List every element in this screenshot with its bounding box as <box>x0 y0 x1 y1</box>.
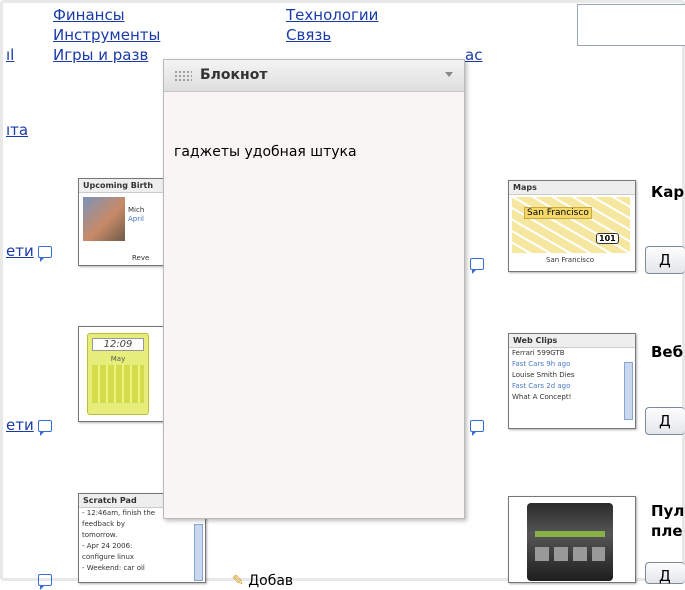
nav-link-games[interactable]: Игры и разв <box>53 46 148 64</box>
notepad-gadget[interactable]: Блокнот гаджеты удобная штука <box>163 59 465 519</box>
scratch-line: configure linux <box>82 553 135 561</box>
comments-link-row1[interactable]: ети <box>6 242 34 260</box>
maps-thumb-title: Maps <box>509 181 635 195</box>
add-link-label: Добав <box>248 573 294 589</box>
web-clip-headline: What A Concept! <box>512 393 572 401</box>
calendar-grid <box>92 365 144 403</box>
web-clip-age: 9h ago <box>546 360 571 368</box>
birthdays-thumb-title: Upcoming Birth <box>79 179 165 193</box>
map-image: San Francisco 101 <box>512 197 630 253</box>
web-clips-gadget-thumbnail[interactable]: Web Clips Ferrari 599GTB Fast Cars 9h ag… <box>508 333 636 429</box>
add-web-clips-button[interactable]: Д <box>645 407 685 435</box>
web-clip-age: 2d ago <box>546 382 571 390</box>
nav-link-left-fragment[interactable]: ıl <box>6 46 14 64</box>
scratch-line: feedback by <box>82 520 125 528</box>
maps-side-title: Кар <box>651 183 685 201</box>
birthdays-gadget-thumbnail[interactable]: Upcoming Birth Mich April Reve <box>78 178 166 266</box>
notepad-title: Блокнот <box>200 67 268 83</box>
player-controls <box>535 547 605 561</box>
media-player-gadget-thumbnail[interactable] <box>508 496 636 583</box>
web-clips-scrollbar[interactable] <box>624 362 633 420</box>
web-clips-side-title: Веб <box>651 343 684 361</box>
player-side-title-2: пле <box>651 522 683 540</box>
scratch-line: tomorrow. <box>82 531 118 539</box>
birthday-date: April <box>128 215 144 223</box>
birthday-footer: Reve <box>132 254 150 262</box>
player-body <box>527 503 613 581</box>
comment-icon[interactable] <box>38 246 52 262</box>
scratch-scrollbar[interactable] <box>194 524 203 581</box>
comment-icon[interactable] <box>470 258 484 274</box>
calendar-body: 12:09 May <box>87 333 149 415</box>
highway-shield-icon: 101 <box>596 233 619 244</box>
calendar-gadget-thumbnail[interactable]: 12:09 May <box>78 326 166 422</box>
add-maps-button[interactable]: Д <box>645 246 685 274</box>
birthday-photo <box>83 197 125 241</box>
add-link-fragment[interactable]: ✎ Добав <box>232 573 293 589</box>
player-side-title-1: Пул <box>651 502 685 520</box>
pencil-icon: ✎ <box>232 573 244 589</box>
web-clips-title: Web Clips <box>509 334 635 348</box>
scratch-line: - Weekend: car oil <box>82 564 145 572</box>
nav-link-finance[interactable]: Финансы <box>53 6 125 24</box>
nav-link-technology[interactable]: Технологии <box>286 6 378 24</box>
web-clip-headline: Louise Smith Dies <box>512 371 575 379</box>
left-link-top[interactable]: ıта <box>6 121 28 139</box>
nav-link-communication[interactable]: Связь <box>286 26 331 44</box>
notepad-header[interactable]: Блокнот <box>164 60 464 92</box>
nav-link-partial[interactable]: ас <box>465 46 482 64</box>
web-clip-headline: Ferrari 599GTB <box>512 349 565 357</box>
chevron-down-icon[interactable] <box>445 72 453 77</box>
maps-gadget-thumbnail[interactable]: Maps San Francisco 101 San Francisco <box>508 180 636 272</box>
drag-handle-icon[interactable] <box>174 70 192 82</box>
scratch-line: - Apr 24 2006: <box>82 542 133 550</box>
calendar-time: 12:09 <box>92 338 144 351</box>
player-progress-bar <box>535 531 605 537</box>
map-caption: San Francisco <box>546 256 595 264</box>
comment-icon[interactable] <box>38 420 52 436</box>
nav-link-tools[interactable]: Инструменты <box>53 26 160 44</box>
web-clip-source: Fast Cars <box>512 382 544 390</box>
web-clip-source: Fast Cars <box>512 360 544 368</box>
comment-icon[interactable] <box>38 574 52 590</box>
calendar-month: May <box>110 355 126 363</box>
map-city-label: San Francisco <box>524 207 592 219</box>
notepad-text-area[interactable]: гаджеты удобная штука <box>174 144 357 160</box>
comments-link-row2[interactable]: ети <box>6 416 34 434</box>
search-field[interactable] <box>577 4 685 46</box>
comment-icon[interactable] <box>470 420 484 436</box>
